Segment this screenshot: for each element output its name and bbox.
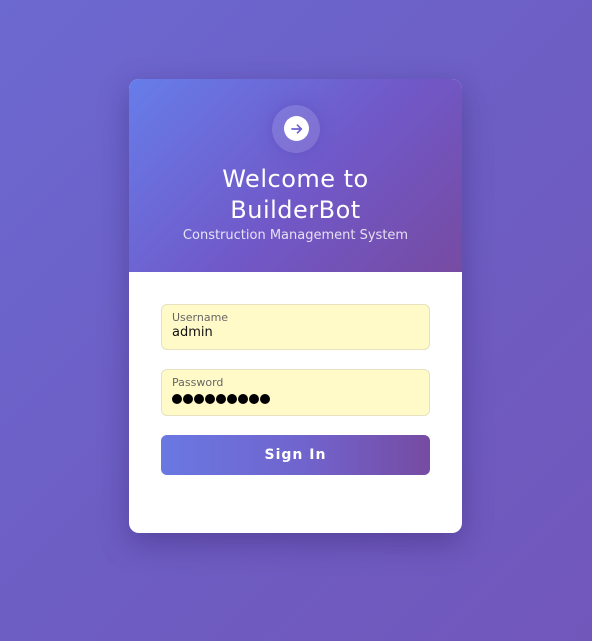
- password-mask-dot: [205, 394, 215, 404]
- password-mask-dot: [194, 394, 204, 404]
- page-subtitle: Construction Management System: [182, 228, 409, 243]
- password-mask-dot: [183, 394, 193, 404]
- login-card: Welcome to BuilderBot Construction Manag…: [129, 79, 462, 533]
- username-field[interactable]: Username admin: [161, 304, 430, 350]
- arrow-right-circle-icon: [284, 116, 309, 141]
- username-input[interactable]: admin: [172, 325, 213, 341]
- password-mask-dot: [260, 394, 270, 404]
- sign-in-button[interactable]: Sign In: [161, 435, 430, 475]
- password-input[interactable]: [172, 394, 270, 404]
- title-line-2: BuilderBot: [230, 196, 361, 224]
- username-label: Username: [172, 311, 229, 324]
- password-mask-dot: [238, 394, 248, 404]
- password-mask-dot: [172, 394, 182, 404]
- password-label: Password: [172, 376, 224, 389]
- title-line-1: Welcome to: [222, 165, 369, 193]
- login-header: Welcome to BuilderBot Construction Manag…: [129, 79, 462, 272]
- password-mask-dot: [216, 394, 226, 404]
- password-mask-dot: [249, 394, 259, 404]
- password-mask-dot: [227, 394, 237, 404]
- page-title: Welcome to BuilderBot: [129, 164, 462, 226]
- password-field[interactable]: Password: [161, 369, 430, 416]
